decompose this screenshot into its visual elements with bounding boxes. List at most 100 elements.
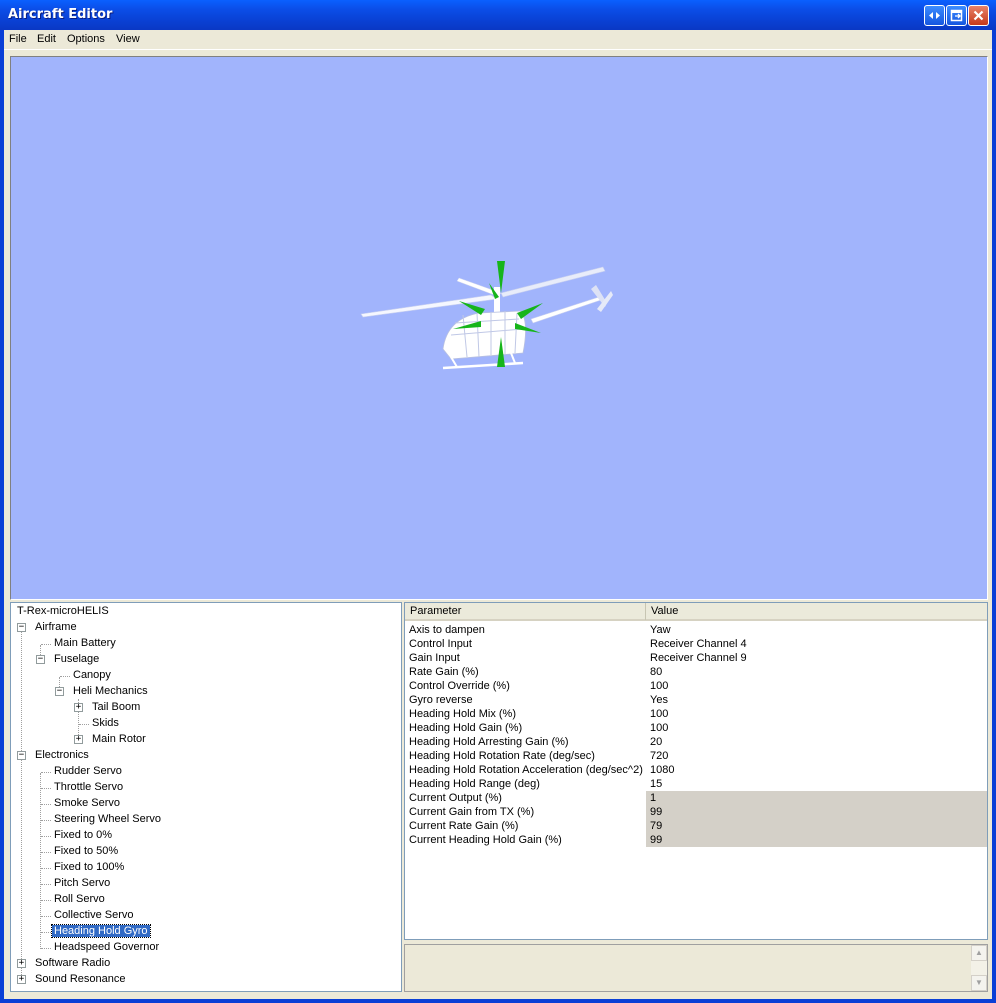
table-row[interactable]: Gain Input Receiver Channel 9 xyxy=(405,651,987,665)
column-header-parameter[interactable]: Parameter xyxy=(405,603,646,620)
tree-item-software-radio[interactable]: Software Radio xyxy=(33,955,112,971)
tree-line xyxy=(41,932,51,933)
tree-line xyxy=(41,900,51,901)
expand-icon[interactable]: + xyxy=(17,959,26,968)
parameter-name: Current Heading Hold Gain (%) xyxy=(409,834,562,846)
parameter-value[interactable]: 1080 xyxy=(646,763,987,777)
parameter-name: Current Output (%) xyxy=(409,792,502,804)
table-row[interactable]: Heading Hold Range (deg) 15 xyxy=(405,777,987,791)
parameter-value[interactable]: Receiver Channel 4 xyxy=(646,637,987,651)
tree-item-skids[interactable]: Skids xyxy=(90,715,121,731)
table-row[interactable]: Rate Gain (%) 80 xyxy=(405,665,987,679)
parameter-name: Heading Hold Mix (%) xyxy=(409,708,516,720)
expand-icon[interactable]: + xyxy=(74,735,83,744)
tree-item-airframe[interactable]: Airframe xyxy=(33,619,79,635)
title-bar[interactable]: Aircraft Editor xyxy=(0,0,996,30)
tree-item-tail-boom[interactable]: Tail Boom xyxy=(90,699,142,715)
tree-item-rudder-servo[interactable]: Rudder Servo xyxy=(52,763,124,779)
scroll-up-icon[interactable]: ▲ xyxy=(971,945,987,961)
menu-file[interactable]: File xyxy=(9,33,27,45)
tree-item-canopy[interactable]: Canopy xyxy=(71,667,113,683)
parameter-name: Heading Hold Gain (%) xyxy=(409,722,523,734)
tree-item-smoke-servo[interactable]: Smoke Servo xyxy=(52,795,122,811)
component-tree[interactable]: T-Rex-microHELIS − Airframe Main Battery… xyxy=(10,602,402,992)
restore-icon xyxy=(950,9,963,22)
parameter-name: Current Gain from TX (%) xyxy=(409,806,535,818)
table-row[interactable]: Heading Hold Rotation Rate (deg/sec) 720 xyxy=(405,749,987,763)
table-row[interactable]: Current Output (%) 1 xyxy=(405,791,987,805)
collapse-icon[interactable]: − xyxy=(17,623,26,632)
tree-item-headspeed-governor[interactable]: Headspeed Governor xyxy=(52,939,161,955)
parameter-value[interactable]: 80 xyxy=(646,665,987,679)
close-button[interactable] xyxy=(968,5,989,26)
3d-viewport[interactable] xyxy=(10,56,988,600)
table-row[interactable]: Current Rate Gain (%) 79 xyxy=(405,819,987,833)
tree-item-main-battery[interactable]: Main Battery xyxy=(52,635,118,651)
switch-view-button[interactable] xyxy=(924,5,945,26)
tree-item-heading-hold-gyro[interactable]: Heading Hold Gyro xyxy=(51,923,151,939)
tree-line xyxy=(41,916,51,917)
parameter-value[interactable]: Yaw xyxy=(646,623,987,637)
parameter-value[interactable]: Receiver Channel 9 xyxy=(646,651,987,665)
collapse-icon[interactable]: − xyxy=(17,751,26,760)
parameter-name: Rate Gain (%) xyxy=(409,666,479,678)
parameter-value[interactable]: 20 xyxy=(646,735,987,749)
expand-icon[interactable]: + xyxy=(74,703,83,712)
parameter-name: Gyro reverse xyxy=(409,694,473,706)
collapse-icon[interactable]: − xyxy=(55,687,64,696)
parameter-value[interactable]: 15 xyxy=(646,777,987,791)
table-row[interactable]: Gyro reverse Yes xyxy=(405,693,987,707)
tree-line xyxy=(60,676,70,677)
tree-item-fixed-0[interactable]: Fixed to 0% xyxy=(52,827,114,843)
parameter-value[interactable]: Yes xyxy=(646,693,987,707)
tree-item-heli-mechanics[interactable]: Heli Mechanics xyxy=(71,683,150,699)
table-row[interactable]: Axis to dampen Yaw xyxy=(405,623,987,637)
menu-options[interactable]: Options xyxy=(67,33,105,45)
tree-item-fuselage[interactable]: Fuselage xyxy=(52,651,101,667)
tree-item-pitch-servo[interactable]: Pitch Servo xyxy=(52,875,112,891)
menu-view[interactable]: View xyxy=(116,33,140,45)
parameter-value: 99 xyxy=(646,805,987,819)
tree-line xyxy=(41,804,51,805)
tree-item-fixed-50[interactable]: Fixed to 50% xyxy=(52,843,120,859)
tree-root[interactable]: T-Rex-microHELIS xyxy=(15,603,111,619)
tree-line xyxy=(41,948,51,949)
column-header-value[interactable]: Value xyxy=(646,603,987,620)
parameter-value[interactable]: 100 xyxy=(646,721,987,735)
tree-line xyxy=(41,788,51,789)
tree-item-electronics[interactable]: Electronics xyxy=(33,747,91,763)
expand-icon[interactable]: + xyxy=(17,975,26,984)
table-row[interactable]: Current Heading Hold Gain (%) 99 xyxy=(405,833,987,847)
table-row[interactable]: Current Gain from TX (%) 99 xyxy=(405,805,987,819)
tree-item-fixed-100[interactable]: Fixed to 100% xyxy=(52,859,126,875)
arrows-icon xyxy=(929,12,940,19)
restore-button[interactable] xyxy=(946,5,967,26)
parameter-value[interactable]: 100 xyxy=(646,707,987,721)
tree-item-sound-resonance[interactable]: Sound Resonance xyxy=(33,971,128,987)
menu-edit[interactable]: Edit xyxy=(37,33,56,45)
table-row[interactable]: Heading Hold Arresting Gain (%) 20 xyxy=(405,735,987,749)
table-row[interactable]: Heading Hold Gain (%) 100 xyxy=(405,721,987,735)
parameter-name: Heading Hold Rotation Acceleration (deg/… xyxy=(409,764,643,776)
grid-header: Parameter Value xyxy=(405,603,987,621)
parameter-value: 99 xyxy=(646,833,987,847)
collapse-icon[interactable]: − xyxy=(36,655,45,664)
description-scrollbar[interactable]: ▲ ▼ xyxy=(971,945,987,991)
parameter-value[interactable]: 100 xyxy=(646,679,987,693)
parameter-value[interactable]: 720 xyxy=(646,749,987,763)
parameter-name: Axis to dampen xyxy=(409,624,485,636)
tree-item-steering-wheel-servo[interactable]: Steering Wheel Servo xyxy=(52,811,163,827)
table-row[interactable]: Heading Hold Rotation Acceleration (deg/… xyxy=(405,763,987,777)
table-row[interactable]: Heading Hold Mix (%) 100 xyxy=(405,707,987,721)
tree-item-main-rotor[interactable]: Main Rotor xyxy=(90,731,148,747)
tree-item-collective-servo[interactable]: Collective Servo xyxy=(52,907,135,923)
tree-line xyxy=(41,820,51,821)
helicopter-model xyxy=(360,261,613,370)
tree-item-throttle-servo[interactable]: Throttle Servo xyxy=(52,779,125,795)
tree-line xyxy=(41,836,51,837)
tree-item-roll-servo[interactable]: Roll Servo xyxy=(52,891,107,907)
table-row[interactable]: Control Input Receiver Channel 4 xyxy=(405,637,987,651)
table-row[interactable]: Control Override (%) 100 xyxy=(405,679,987,693)
scroll-down-icon[interactable]: ▼ xyxy=(971,975,987,991)
parameter-grid[interactable]: Parameter Value Axis to dampen Yaw Control… xyxy=(404,602,988,940)
